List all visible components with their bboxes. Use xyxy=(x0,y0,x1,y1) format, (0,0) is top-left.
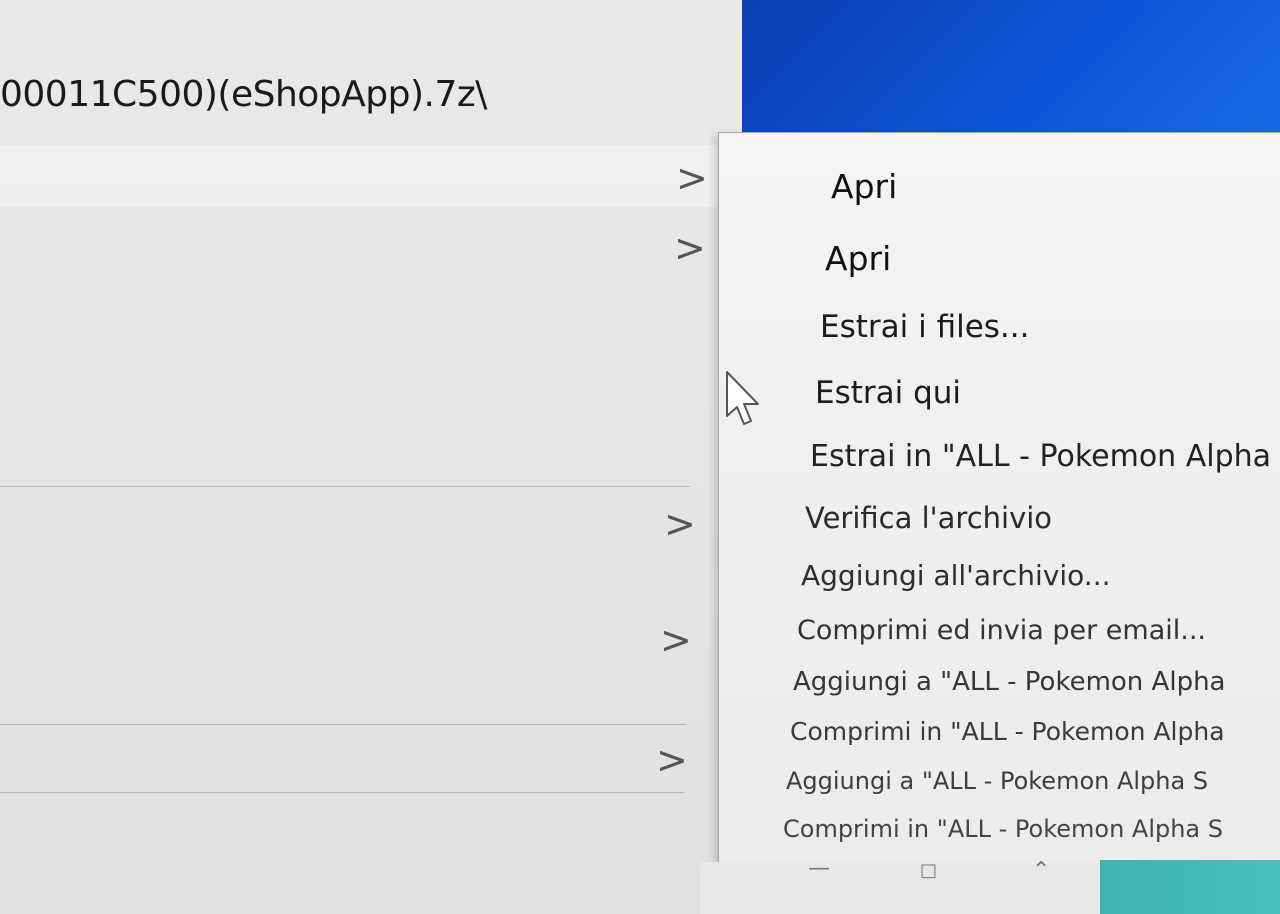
menu-item-apri[interactable]: Apri xyxy=(831,167,897,206)
menu-item-aggiungi-a[interactable]: Aggiungi a "ALL - Pokemon Alpha xyxy=(793,667,1225,697)
desktop-background xyxy=(742,0,1280,150)
menu-item-estrai-files[interactable]: Estrai i files... xyxy=(820,309,1030,345)
screen: 00011C500)(eShopApp).7z\ > > > > > Apri … xyxy=(0,0,1280,914)
archive-path-text: 00011C500)(eShopApp).7z\ xyxy=(0,74,487,115)
menu-item-comprimi-in[interactable]: Comprimi in "ALL - Pokemon Alpha xyxy=(790,717,1225,746)
parent-context-menu: 00011C500)(eShopApp).7z\ > > > > > xyxy=(0,0,742,914)
menu-separator xyxy=(0,792,684,793)
menu-item-aggiungi-a-2[interactable]: Aggiungi a "ALL - Pokemon Alpha S xyxy=(786,767,1208,795)
submenu-7zip: Apri Apri Estrai i files... Estrai qui E… xyxy=(718,132,1280,863)
menu-item-estrai-qui[interactable]: Estrai qui xyxy=(815,375,961,411)
chevron-right-icon: > xyxy=(660,618,692,662)
minimize-icon[interactable]: — xyxy=(808,856,830,881)
chevron-up-icon[interactable]: ⌃ xyxy=(1032,858,1050,883)
chevron-right-icon: > xyxy=(664,502,696,546)
parent-menu-item-highlighted[interactable] xyxy=(0,145,720,207)
menu-item-apri-2[interactable]: Apri xyxy=(825,239,891,278)
chevron-right-icon: > xyxy=(676,156,708,200)
parent-menu-item[interactable] xyxy=(0,210,720,290)
menu-item-verifica-archivio[interactable]: Verifica l'archivio xyxy=(805,501,1052,535)
taskbar-accent xyxy=(1100,860,1280,914)
menu-item-estrai-in[interactable]: Estrai in "ALL - Pokemon Alpha xyxy=(810,439,1271,474)
menu-separator xyxy=(0,724,686,725)
mouse-pointer-icon xyxy=(726,371,759,425)
menu-item-aggiungi-archivio[interactable]: Aggiungi all'archivio... xyxy=(801,559,1111,592)
chevron-right-icon: > xyxy=(674,226,706,270)
menu-separator xyxy=(0,486,690,487)
maximize-icon[interactable]: □ xyxy=(920,860,937,881)
menu-item-comprimi-invia-email[interactable]: Comprimi ed invia per email... xyxy=(797,615,1206,646)
menu-item-comprimi-in-2[interactable]: Comprimi in "ALL - Pokemon Alpha S xyxy=(783,815,1223,843)
chevron-right-icon: > xyxy=(656,738,688,782)
